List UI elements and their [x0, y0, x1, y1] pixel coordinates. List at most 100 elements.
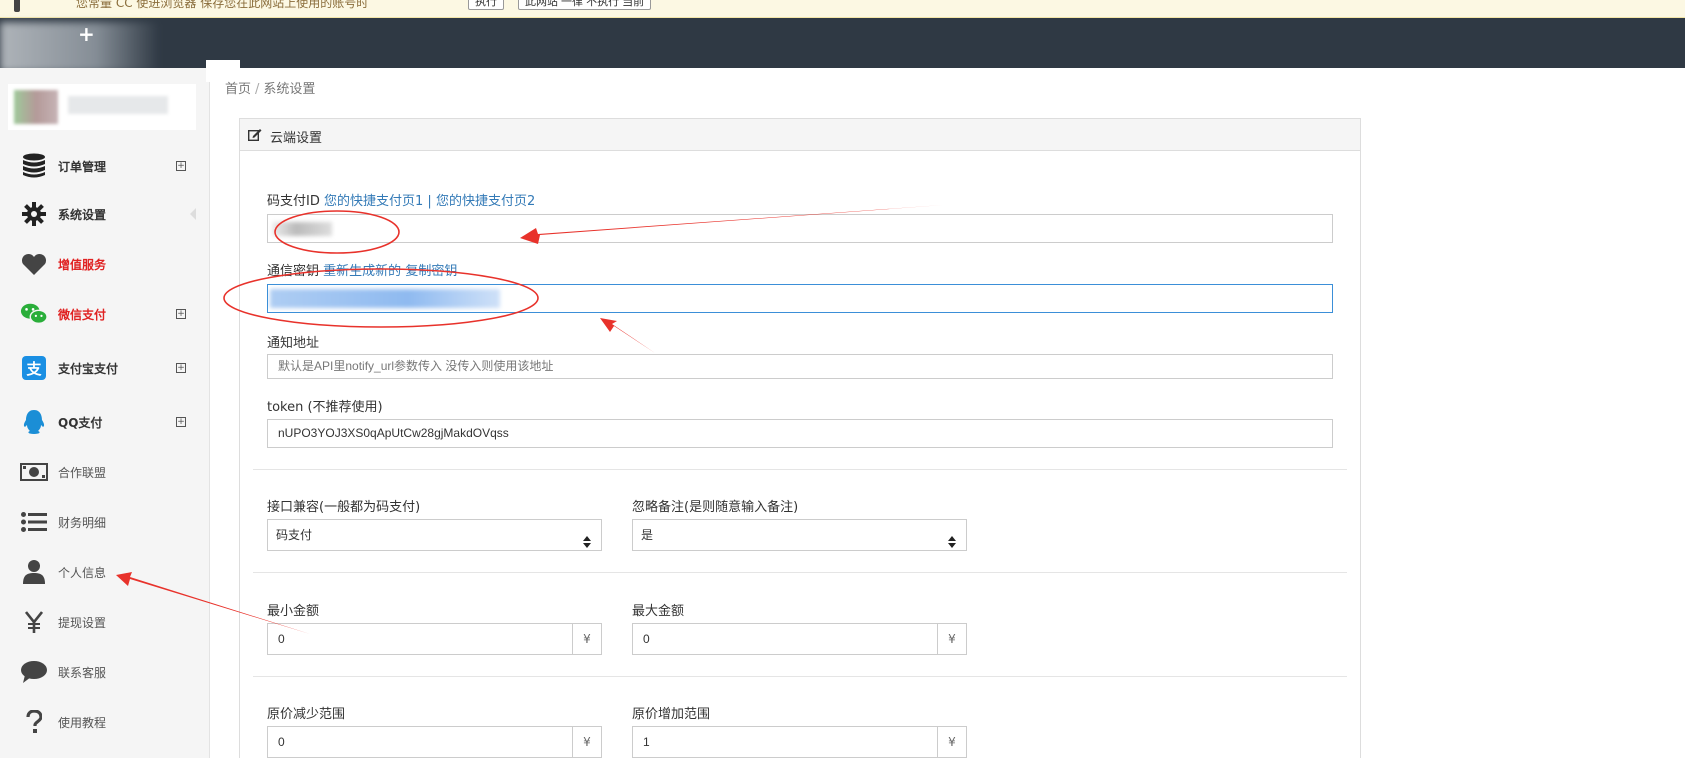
quick-pay-link-2[interactable]: 您的快捷支付页2 — [436, 194, 535, 209]
max-amount-group: 0 ¥ — [632, 623, 967, 655]
code-pay-id-label: 码支付ID 您的快捷支付页1 | 您的快捷支付页2 — [267, 190, 535, 209]
label-text: 通信密钥 — [267, 264, 320, 279]
decrease-range-group: 0 ¥ — [267, 726, 602, 758]
select-arrows-icon — [583, 529, 591, 548]
token-input[interactable]: nUPO3YOJ3XS0qApUtCw28gjMakdOVqss — [267, 419, 1333, 448]
sidebar-item-label: 订单管理 — [58, 159, 107, 174]
redacted-value — [270, 289, 500, 308]
gear-icon — [20, 200, 48, 228]
yen-addon: ¥ — [937, 726, 967, 758]
notify-url-placeholder: 默认是API里notify_url参数传入 没传入则使用该地址 — [278, 359, 554, 373]
sidebar-item-value-added[interactable]: 增值服务 — [0, 244, 210, 284]
sidebar-item-alliance[interactable]: 合作联盟 — [0, 452, 210, 492]
quick-pay-link-1[interactable]: 您的快捷支付页1 — [324, 194, 423, 209]
notify-never-button[interactable]: 此网站 一律 不执行 当前 — [518, 0, 652, 10]
increase-range-label: 原价增加范围 — [632, 707, 711, 722]
increase-range-group: 1 ¥ — [632, 726, 967, 758]
breadcrumb-separator: / — [255, 82, 260, 97]
expand-icon[interactable]: + — [176, 417, 186, 427]
sidebar-item-label: 提现设置 — [58, 615, 107, 630]
avatar — [14, 90, 58, 124]
expand-icon[interactable]: + — [176, 309, 186, 319]
label-text: 码支付ID — [267, 194, 320, 209]
notify-url-label: 通知地址 — [267, 336, 320, 351]
sidebar-item-tutorial[interactable]: 使用教程 — [0, 702, 210, 742]
sidebar-item-finance[interactable]: 财务明细 — [0, 502, 210, 542]
sidebar-item-label: QQ支付 — [58, 415, 103, 430]
ignore-note-label: 忽略备注(是则随意输入备注) — [632, 500, 799, 515]
max-amount-label: 最大金额 — [632, 604, 685, 619]
notification-bar: 您常量 CC 使进浏览器 保存您在此网站上使用的账号时 执行 此网站 一律 不执… — [0, 0, 1685, 18]
sidebar-item-label: 系统设置 — [58, 207, 107, 222]
sidebar-item-label: 个人信息 — [58, 565, 107, 580]
decrease-range-label: 原价减少范围 — [267, 707, 346, 722]
divider — [253, 572, 1347, 573]
sidebar-item-label: 联系客服 — [58, 665, 107, 680]
min-amount-group: 0 ¥ — [267, 623, 602, 655]
ignore-note-value: 是 — [641, 528, 654, 542]
decrease-range-input[interactable]: 0 — [267, 726, 572, 758]
wechat-icon — [20, 300, 48, 328]
sidebar: 订单管理 + 系统设置 增值服务 微信支付 + 支 支付宝支付 + QQ支付 +… — [0, 68, 210, 758]
code-pay-id-input[interactable] — [267, 214, 1333, 243]
yen-addon: ¥ — [572, 623, 602, 655]
active-caret — [190, 208, 196, 220]
redacted-value — [272, 222, 332, 236]
edit-icon — [247, 128, 262, 142]
expand-icon[interactable]: + — [176, 161, 186, 171]
panel-header: 云端设置 — [240, 119, 1360, 151]
sidebar-item-alipay[interactable]: 支 支付宝支付 + — [0, 348, 210, 388]
ignore-note-select[interactable]: 是 — [632, 519, 967, 551]
expand-icon[interactable]: + — [176, 363, 186, 373]
sidebar-item-label: 合作联盟 — [58, 465, 107, 480]
notify-url-input[interactable]: 默认是API里notify_url参数传入 没传入则使用该地址 — [267, 354, 1333, 379]
notify-run-button[interactable]: 执行 — [468, 0, 504, 10]
regenerate-key-link[interactable]: 重新生成新的 — [323, 264, 401, 279]
min-amount-input[interactable]: 0 — [267, 623, 572, 655]
sidebar-item-label: 使用教程 — [58, 715, 107, 730]
breadcrumb: 首页 / 系统设置 — [225, 78, 315, 97]
sidebar-item-settings[interactable]: 系统设置 — [0, 194, 210, 234]
user-name — [68, 96, 168, 114]
sidebar-item-label: 财务明细 — [58, 515, 107, 530]
token-label: token (不推荐使用) — [267, 400, 383, 415]
money-icon — [20, 458, 48, 486]
chat-icon — [20, 658, 48, 686]
pin-icon — [14, 0, 20, 12]
secret-key-label: 通信密钥 重新生成新的 复制密钥 — [267, 260, 457, 279]
compat-select[interactable]: 码支付 — [267, 519, 602, 551]
qq-icon — [20, 408, 48, 436]
sidebar-item-support[interactable]: 联系客服 — [0, 652, 210, 692]
increase-range-input[interactable]: 1 — [632, 726, 937, 758]
select-arrows-icon — [948, 529, 956, 548]
sidebar-item-qq-pay[interactable]: QQ支付 + — [0, 402, 210, 442]
svg-text:支: 支 — [25, 360, 42, 378]
breadcrumb-current: 系统设置 — [263, 82, 316, 97]
yen-addon: ¥ — [572, 726, 602, 758]
yen-icon — [20, 608, 48, 636]
divider — [253, 469, 1347, 470]
notification-text: 您常量 CC 使进浏览器 保存您在此网站上使用的账号时 — [76, 0, 369, 10]
copy-key-link[interactable]: 复制密钥 — [405, 264, 457, 279]
compat-value: 码支付 — [276, 528, 313, 542]
sidebar-item-withdraw[interactable]: 提现设置 — [0, 602, 210, 642]
database-icon — [20, 152, 48, 180]
sidebar-item-orders[interactable]: 订单管理 + — [0, 146, 210, 186]
panel-title: 云端设置 — [270, 131, 323, 146]
list-icon — [20, 508, 48, 536]
add-icon[interactable]: + — [78, 22, 95, 46]
question-icon — [20, 708, 48, 736]
compat-label: 接口兼容(一般都为码支付) — [267, 500, 421, 515]
user-profile[interactable] — [8, 84, 196, 130]
sidebar-item-label: 增值服务 — [58, 257, 107, 272]
sidebar-item-profile[interactable]: 个人信息 — [0, 552, 210, 592]
max-amount-input[interactable]: 0 — [632, 623, 937, 655]
min-amount-label: 最小金额 — [267, 604, 320, 619]
alipay-icon: 支 — [20, 354, 48, 382]
yen-addon: ¥ — [937, 623, 967, 655]
breadcrumb-home[interactable]: 首页 — [225, 82, 251, 97]
sidebar-item-label: 微信支付 — [58, 307, 107, 322]
divider — [253, 676, 1347, 677]
secret-key-input[interactable] — [267, 284, 1333, 313]
sidebar-item-wechat-pay[interactable]: 微信支付 + — [0, 294, 210, 334]
